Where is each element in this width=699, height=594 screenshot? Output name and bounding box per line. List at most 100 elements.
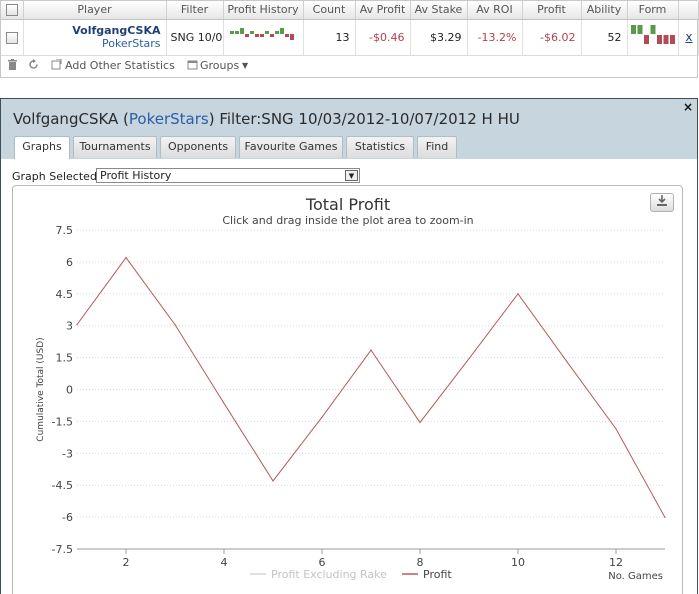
x-tick-label: 4 xyxy=(221,556,228,569)
window-title-site[interactable]: PokerStars xyxy=(129,110,209,128)
column-header-profit-history[interactable]: Profit History xyxy=(223,1,304,20)
trash-icon[interactable] xyxy=(7,59,18,73)
y-tick-label: -7.5 xyxy=(52,543,73,556)
x-axis-label: No. Games xyxy=(608,571,663,582)
column-header-count[interactable]: Count xyxy=(303,1,356,20)
data-point xyxy=(370,349,372,351)
x-tick-label: 10 xyxy=(511,556,525,569)
y-tick-label: 1.5 xyxy=(56,352,74,365)
player-cell[interactable]: VolfgangCSKA PokerStars xyxy=(23,19,167,56)
profit-cell: -$6.02 xyxy=(522,19,582,56)
table-header-row: Player Filter Profit History Count Av Pr… xyxy=(1,1,699,20)
legend-item[interactable]: Profit xyxy=(423,568,452,581)
column-header-form[interactable]: Form xyxy=(627,1,679,20)
remove-row-cell[interactable]: x xyxy=(678,19,699,56)
column-header-av-roi[interactable]: Av ROI xyxy=(467,1,523,20)
data-point xyxy=(272,480,274,482)
profit-history-bar xyxy=(234,30,239,34)
chevron-down-icon[interactable]: ▼ xyxy=(345,170,358,181)
form-bars xyxy=(630,24,675,44)
column-header-player[interactable]: Player xyxy=(23,1,167,20)
av-stake-cell: $3.29 xyxy=(410,19,468,56)
data-point xyxy=(615,428,617,430)
table-row[interactable]: VolfgangCSKA PokerStars SNG 10/0 13 -$0.… xyxy=(1,19,699,56)
remove-row-button[interactable]: x xyxy=(685,30,692,44)
column-header-av-profit[interactable]: Av Profit xyxy=(355,1,411,20)
form-bar xyxy=(630,24,636,34)
window-title: VolfgangCSKA (PokerStars) Filter:SNG 10/… xyxy=(13,110,520,128)
tab-opponents[interactable]: Opponents xyxy=(160,136,236,158)
add-other-statistics-button[interactable]: Add Other Statistics xyxy=(65,59,175,72)
add-statistics-icon[interactable] xyxy=(51,58,62,73)
player-name-link[interactable]: VolfgangCSKA xyxy=(29,24,160,37)
profit-chart[interactable]: Total ProfitClick and drag inside the pl… xyxy=(13,186,684,594)
profit-history-bar xyxy=(269,33,274,37)
column-header-av-stake[interactable]: Av Stake xyxy=(410,1,468,20)
ability-cell: 52 xyxy=(581,19,628,56)
graph-window: VolfgangCSKA (PokerStars) Filter:SNG 10/… xyxy=(0,98,698,594)
chart-title: Total Profit xyxy=(305,195,390,214)
profit-history-bar xyxy=(279,27,284,34)
legend-item[interactable]: Profit Excluding Rake xyxy=(271,568,387,581)
refresh-icon[interactable] xyxy=(28,59,39,73)
form-cell xyxy=(627,19,679,56)
graph-select-dropdown[interactable]: Profit History ▼ xyxy=(96,168,360,183)
data-point xyxy=(468,358,470,360)
tab-graphs[interactable]: Graphs xyxy=(14,136,70,159)
column-header-ability[interactable]: Ability xyxy=(581,1,628,20)
form-bar xyxy=(637,24,642,34)
av-roi-cell: -13.2% xyxy=(467,19,523,56)
profit-history-bar xyxy=(244,33,249,37)
y-tick-label: -6 xyxy=(62,511,73,524)
x-tick-label: 12 xyxy=(609,556,623,569)
y-tick-label: 3 xyxy=(66,320,73,333)
form-bar xyxy=(643,34,649,44)
graph-selected-label: Graph Selected: xyxy=(12,170,101,183)
select-all-header[interactable] xyxy=(1,1,24,20)
chart-container[interactable]: Total Profit Click and drag inside the pl… xyxy=(12,185,683,594)
close-icon[interactable]: × xyxy=(683,100,693,114)
y-tick-label: -1.5 xyxy=(52,415,73,428)
row-checkbox-cell[interactable] xyxy=(1,19,24,56)
profit-history-bar xyxy=(229,30,234,34)
chevron-down-icon[interactable]: ▼ xyxy=(242,61,248,70)
form-bar xyxy=(650,24,655,34)
download-icon[interactable] xyxy=(650,193,674,212)
profit-history-sparkline xyxy=(229,27,294,40)
stats-table: Player Filter Profit History Count Av Pr… xyxy=(1,1,699,56)
y-tick-label: 0 xyxy=(66,384,73,397)
player-site-link[interactable]: PokerStars xyxy=(29,37,161,50)
tab-tournaments[interactable]: Tournaments xyxy=(73,136,157,158)
y-tick-label: 6 xyxy=(66,256,73,269)
tab-favourite-games[interactable]: Favourite Games xyxy=(239,136,343,158)
tab-find[interactable]: Find xyxy=(417,136,457,158)
series-line-profit xyxy=(76,256,666,518)
window-title-filter: ) Filter:SNG 10/03/2012-10/07/2012 H HU xyxy=(208,110,520,128)
stats-toolbar: Add Other Statistics Groups ▼ xyxy=(1,53,698,77)
data-point xyxy=(664,516,666,519)
count-cell: 13 xyxy=(303,19,356,56)
profit-history-bar xyxy=(284,33,289,37)
groups-icon[interactable] xyxy=(187,59,198,73)
graph-select-value: Profit History xyxy=(100,169,172,182)
window-header: VolfgangCSKA (PokerStars) Filter:SNG 10/… xyxy=(1,99,697,159)
data-point xyxy=(76,324,78,326)
select-all-checkbox[interactable] xyxy=(5,4,18,17)
y-tick-label: -4.5 xyxy=(52,479,73,492)
groups-button[interactable]: Groups xyxy=(200,59,239,72)
form-bar xyxy=(656,34,662,44)
profit-history-bar xyxy=(239,27,244,34)
profit-history-bar xyxy=(264,30,269,34)
data-point xyxy=(125,257,127,259)
chart-subtitle: Click and drag inside the plot area to z… xyxy=(222,214,473,227)
column-header-filter[interactable]: Filter xyxy=(166,1,224,20)
form-bar xyxy=(669,34,675,44)
column-header-profit[interactable]: Profit xyxy=(522,1,582,20)
y-tick-label: 7.5 xyxy=(56,224,74,237)
tab-statistics[interactable]: Statistics xyxy=(346,136,414,158)
x-tick-label: 2 xyxy=(123,556,130,569)
profit-history-cell xyxy=(223,19,304,56)
form-bar xyxy=(663,34,668,44)
row-checkbox[interactable] xyxy=(5,31,18,44)
data-point xyxy=(174,324,176,326)
